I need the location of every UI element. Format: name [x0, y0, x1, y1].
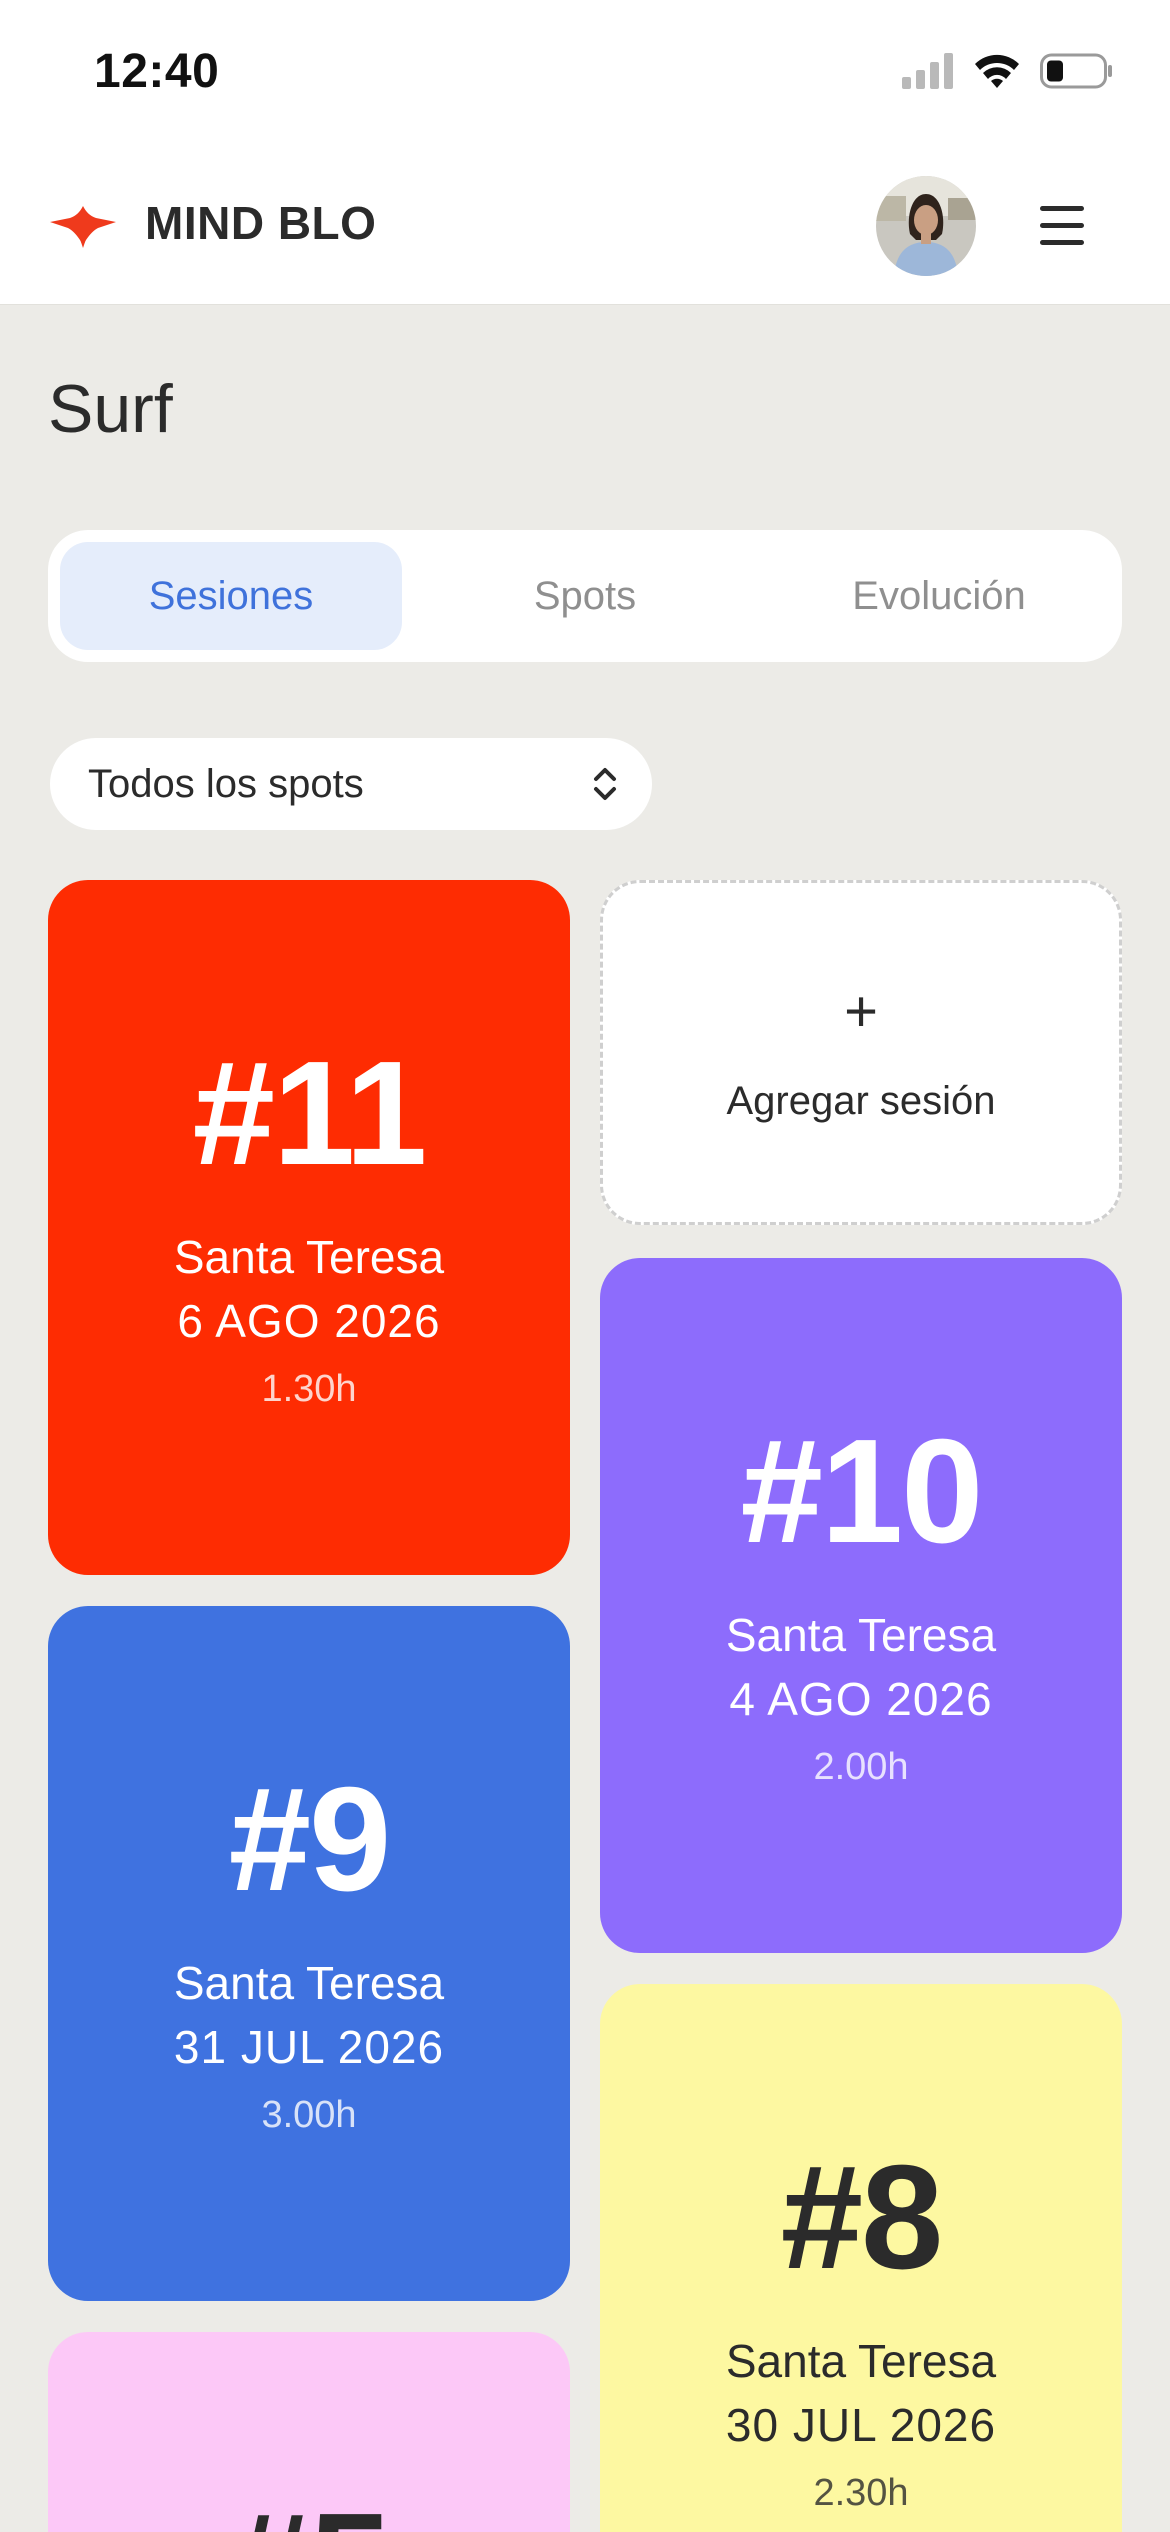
- tab-evolucion[interactable]: Evolución: [768, 542, 1110, 650]
- status-time: 12:40: [94, 45, 220, 98]
- session-card-8[interactable]: #8 Santa Teresa 30 JUL 2026 2.30h: [600, 1984, 1122, 2532]
- session-date: 6 AGO 2026: [177, 1295, 441, 1347]
- manta-ray-logo-icon[interactable]: [50, 202, 116, 248]
- tab-spots[interactable]: Spots: [414, 542, 756, 650]
- session-card-10[interactable]: #10 Santa Teresa 4 AGO 2026 2.00h: [600, 1258, 1122, 1953]
- cellular-signal-icon: [902, 53, 953, 89]
- app-screen: 12:40 MIND BLO Surf Sesiones Spots Evolu…: [0, 0, 1170, 2532]
- page-title: Surf: [48, 371, 173, 447]
- session-number: #5: [48, 2492, 570, 2532]
- tab-sesiones[interactable]: Sesiones: [60, 542, 402, 650]
- status-bar: 12:40: [0, 0, 1170, 150]
- chevron-up-down-icon: [594, 768, 616, 800]
- session-duration: 2.30h: [813, 2472, 909, 2514]
- session-duration: 1.30h: [261, 1368, 357, 1410]
- session-spot: Santa Teresa: [725, 2335, 997, 2387]
- spot-filter-value: Todos los spots: [88, 762, 364, 806]
- battery-icon: [1040, 53, 1112, 89]
- session-card-9[interactable]: #9 Santa Teresa 31 JUL 2026 3.00h: [48, 1606, 570, 2301]
- add-session-label: Agregar sesión: [726, 1079, 996, 1123]
- segmented-tabs: Sesiones Spots Evolución: [48, 530, 1122, 662]
- session-card-5[interactable]: #5: [48, 2332, 570, 2532]
- session-spot: Santa Teresa: [725, 1609, 997, 1661]
- session-spot: Santa Teresa: [173, 1957, 445, 2009]
- session-number: #10: [740, 1409, 984, 1574]
- session-spot: Santa Teresa: [173, 1231, 445, 1283]
- avatar[interactable]: [876, 176, 976, 276]
- session-number: #8: [780, 2135, 944, 2300]
- brand-name[interactable]: MIND BLO: [145, 196, 376, 250]
- wifi-icon: [975, 54, 1019, 88]
- session-number: #11: [192, 1031, 428, 1196]
- session-date: 30 JUL 2026: [725, 2399, 997, 2451]
- session-card-11[interactable]: #11 Santa Teresa 6 AGO 2026 1.30h: [48, 880, 570, 1575]
- session-number: #9: [228, 1757, 392, 1922]
- status-icons: [902, 52, 1114, 90]
- add-session-button[interactable]: + Agregar sesión: [600, 880, 1122, 1225]
- session-date: 31 JUL 2026: [173, 2021, 445, 2073]
- session-duration: 2.00h: [813, 1746, 909, 1788]
- session-date: 4 AGO 2026: [729, 1673, 993, 1725]
- session-duration: 3.00h: [261, 2094, 357, 2136]
- user-photo: [876, 176, 976, 276]
- spot-filter-select[interactable]: Todos los spots: [50, 738, 652, 830]
- app-header: MIND BLO: [0, 150, 1170, 305]
- hamburger-menu-icon[interactable]: [1040, 206, 1088, 248]
- plus-icon: +: [844, 979, 878, 1044]
